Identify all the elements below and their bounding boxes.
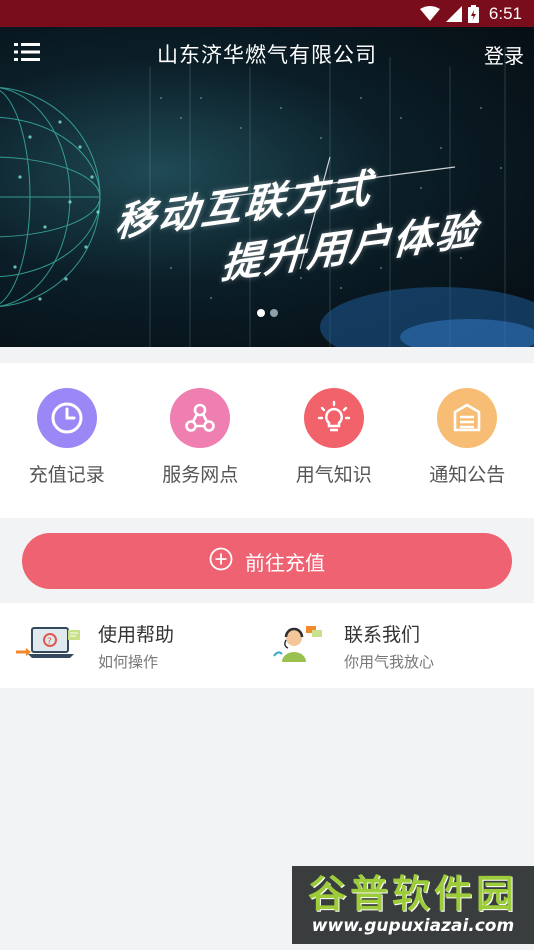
- contact-us-title: 联系我们: [344, 623, 421, 646]
- usage-help-title: 使用帮助: [98, 623, 175, 646]
- banner[interactable]: 山东济华燃气有限公司 登录 移动互联方式 提升用户体验: [0, 27, 534, 347]
- usage-help-item[interactable]: ? 使用帮助 如何操作: [0, 603, 270, 688]
- banner-dot[interactable]: [269, 309, 278, 317]
- go-recharge-label: 前往充值: [245, 550, 325, 575]
- battery-icon: [467, 4, 479, 23]
- watermark-main-text: 谷普软件园: [307, 872, 518, 916]
- status-bar: 6:51: [0, 0, 534, 27]
- status-time: 6:51: [488, 3, 522, 23]
- info-row: ? 使用帮助 如何操作 联系我们 你用气我放心: [0, 603, 534, 688]
- contact-us-item[interactable]: 联系我们 你用气我放心: [270, 603, 534, 688]
- top-header: 山东济华燃气有限公司 登录: [0, 27, 534, 81]
- customer-service-icon: [270, 622, 328, 670]
- list-menu-icon[interactable]: [14, 41, 40, 67]
- banner-pagination: [0, 309, 534, 317]
- go-recharge-button[interactable]: 前往充值: [22, 533, 512, 589]
- clock-icon: [36, 388, 97, 448]
- quick-menu: 充值记录 服务网点 用气知识 通知公告: [0, 363, 534, 518]
- svg-text:?: ?: [47, 637, 52, 647]
- lightbulb-icon: [303, 388, 364, 448]
- usage-help-subtitle: 如何操作: [98, 652, 159, 671]
- notice-board-icon: [437, 388, 498, 448]
- plus-circle-icon: [209, 547, 233, 576]
- quick-item-gas-knowledge[interactable]: 用气知识: [267, 363, 400, 518]
- quick-item-label: 通知公告: [429, 464, 506, 486]
- app-title: 山东济华燃气有限公司: [157, 43, 377, 67]
- quick-item-recharge-records[interactable]: 充值记录: [0, 363, 133, 518]
- login-link[interactable]: 登录: [484, 40, 524, 69]
- quick-item-notices[interactable]: 通知公告: [401, 363, 534, 518]
- quick-item-label: 服务网点: [162, 464, 239, 486]
- banner-dot-active[interactable]: [256, 309, 265, 317]
- wifi-icon: [419, 5, 440, 22]
- watermark-url: www.gupuxiazai.com: [311, 916, 515, 936]
- laptop-help-icon: ?: [14, 624, 82, 668]
- quick-item-label: 充值记录: [28, 464, 105, 486]
- cell-signal-icon: [445, 5, 462, 22]
- quick-item-label: 用气知识: [295, 464, 372, 486]
- watermark-logo: 谷普软件园 www.gupuxiazai.com: [292, 866, 534, 944]
- quick-item-service-outlets[interactable]: 服务网点: [134, 363, 267, 518]
- network-nodes-icon: [170, 388, 231, 448]
- contact-us-subtitle: 你用气我放心: [344, 652, 435, 671]
